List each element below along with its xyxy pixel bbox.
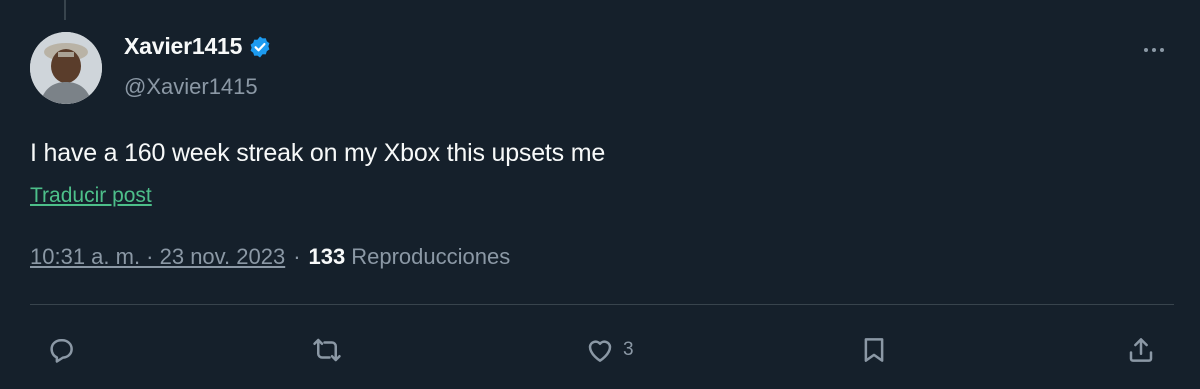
thread-connector-line (64, 0, 66, 20)
more-options-button[interactable] (1138, 34, 1170, 66)
views-label: Reproducciones (351, 244, 511, 269)
heart-icon (588, 340, 612, 362)
share-icon (1129, 338, 1153, 362)
reply-icon (50, 339, 73, 363)
tweet-text: I have a 160 week streak on my Xbox this… (30, 139, 606, 167)
retweet-icon (313, 338, 341, 362)
views-count: 133 (308, 244, 346, 269)
author-display-name[interactable]: Xavier1415 (124, 33, 242, 60)
more-dot-icon (1160, 48, 1164, 52)
like-count: 3 (623, 339, 634, 360)
bookmark-icon (864, 338, 884, 362)
divider (30, 304, 1174, 305)
retweet-button[interactable] (312, 328, 342, 372)
avatar-image (30, 32, 102, 104)
author-name-row: Xavier1415 (124, 33, 272, 60)
meta-separator: · (293, 244, 301, 269)
tweet-card: Xavier1415 @Xavier1415 I have a 160 week… (0, 0, 1200, 389)
more-dot-icon (1144, 48, 1148, 52)
timestamp-link[interactable]: 10:31 a. m. · 23 nov. 2023 (30, 244, 285, 270)
author-handle[interactable]: @Xavier1415 (124, 74, 258, 100)
action-bar: 3 (0, 328, 1200, 372)
translate-post-link[interactable]: Traducir post (30, 184, 152, 208)
verified-badge-icon (248, 35, 272, 59)
avatar[interactable] (30, 32, 102, 104)
like-button[interactable]: 3 (585, 328, 634, 372)
share-button[interactable] (1126, 328, 1156, 372)
more-dot-icon (1152, 48, 1156, 52)
bookmark-button[interactable] (859, 328, 889, 372)
tweet-meta: 10:31 a. m. · 23 nov. 2023 · 133 Reprodu… (30, 244, 510, 270)
reply-button[interactable] (46, 328, 76, 372)
